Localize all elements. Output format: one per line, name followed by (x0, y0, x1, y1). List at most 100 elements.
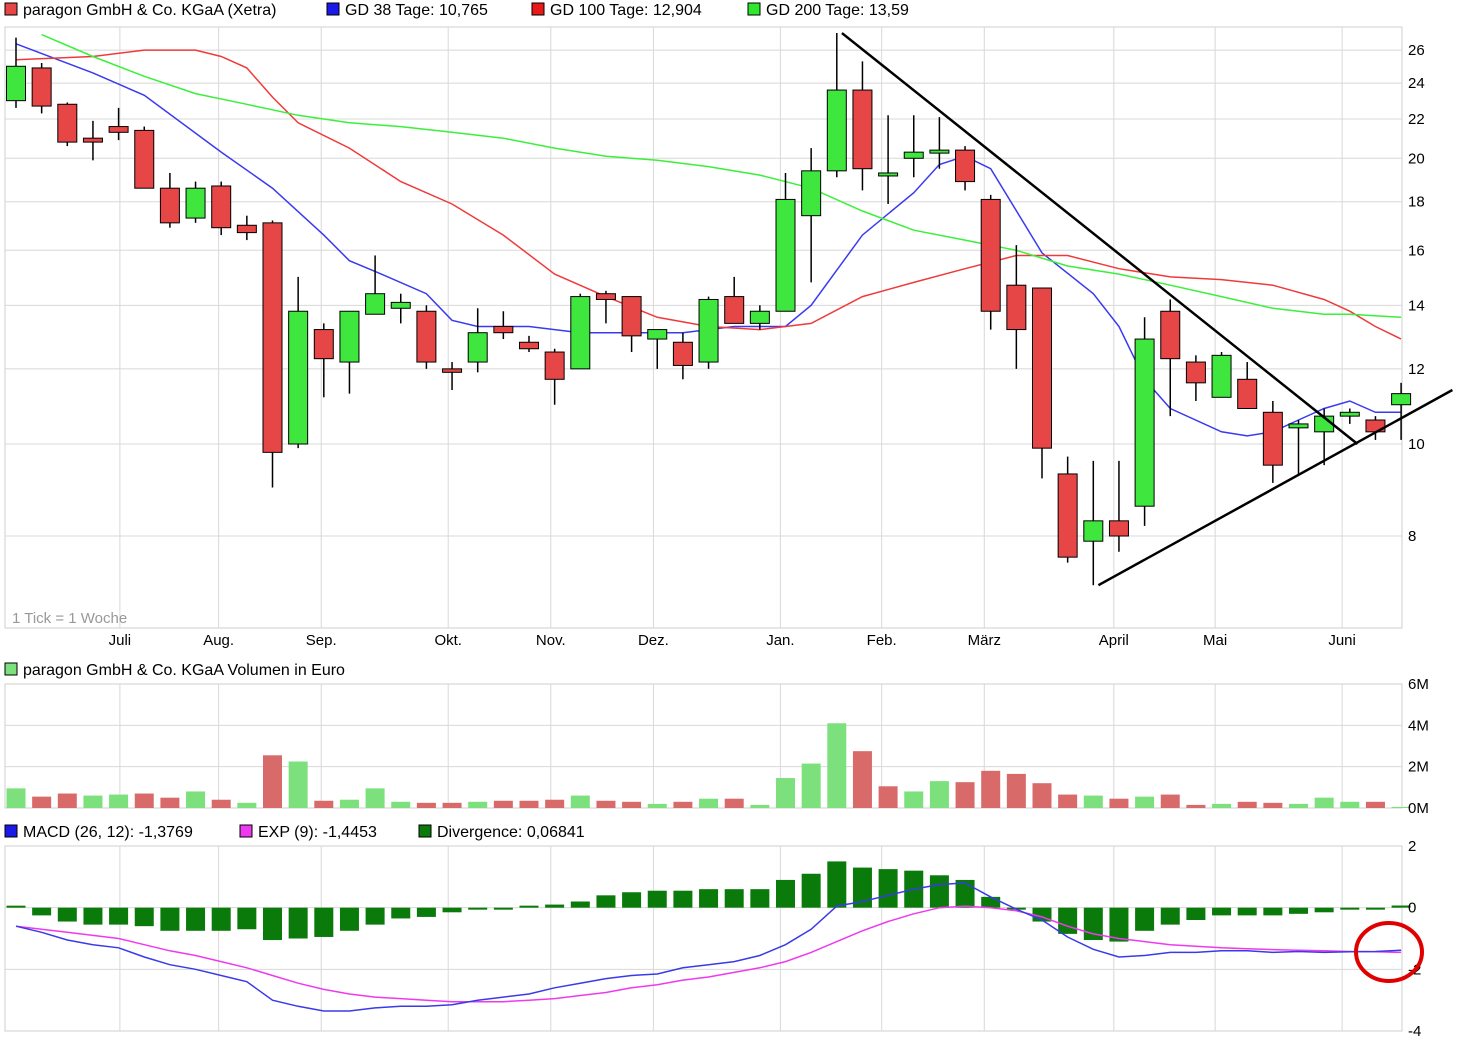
candle (724, 276, 745, 324)
volume-tick-label: 0M (1408, 800, 1429, 817)
tick-note: 1 Tick = 1 Woche (12, 610, 127, 627)
volume-panel-frame (4, 683, 1403, 809)
price-tick-label: 14 (1408, 297, 1425, 314)
volume-bar (32, 796, 52, 808)
month-label: Juni (1328, 632, 1356, 649)
candle (698, 296, 719, 369)
volume-bar (955, 782, 975, 808)
candle (390, 293, 411, 324)
volume-bar (365, 788, 385, 808)
candle-body (1032, 287, 1052, 449)
candle-body (82, 137, 103, 143)
volume-bar (878, 786, 898, 808)
volume-bar (186, 791, 206, 808)
volume-bar (1032, 783, 1052, 808)
divergence-bar (1314, 907, 1334, 913)
candle (980, 194, 1001, 330)
month-label: Jan. (766, 632, 794, 649)
divergence-bar (493, 907, 513, 910)
divergence-bar (1058, 907, 1078, 934)
volume-bar (237, 802, 257, 808)
legend-volume: paragon GmbH & Co. KGaA Volumen in Euro (23, 662, 345, 679)
candle (1160, 299, 1181, 417)
volume-bar (493, 800, 513, 808)
candle-body (313, 329, 334, 360)
volume-bar (1289, 803, 1308, 808)
divergence-bar (1365, 907, 1385, 910)
candle-body (134, 129, 155, 189)
divergence-bar (314, 907, 334, 937)
candle-body (262, 222, 283, 453)
price-tick-label: 12 (1408, 361, 1425, 378)
volume-bar (211, 799, 231, 808)
volume-tick-label: 4M (1408, 717, 1429, 734)
divergence-bar (6, 905, 26, 908)
price-tick-label: 24 (1408, 75, 1425, 92)
volume-bar (134, 793, 154, 808)
candle-body (1185, 361, 1206, 384)
volume-axis: 6M 4M 2M 0M (1408, 676, 1429, 817)
legend-swatch-price (4, 2, 18, 16)
divergence-bar (673, 890, 693, 908)
divergence-bar (724, 889, 744, 908)
candle (236, 215, 257, 241)
candle-body (1339, 411, 1360, 417)
volume-bar (160, 797, 180, 808)
candle (159, 172, 180, 228)
candle (82, 120, 103, 161)
macd-tick-label: 0 (1408, 900, 1416, 917)
candle (903, 115, 924, 178)
legend-macd: MACD (26, 12): -1,3769 (23, 824, 193, 841)
candle-body (980, 198, 1001, 312)
candle (672, 332, 693, 380)
volume-bar (442, 802, 462, 808)
volume-bar (1083, 795, 1103, 808)
volume-bar (519, 800, 539, 808)
candle (647, 329, 668, 369)
divergence-bar (1237, 907, 1257, 916)
price-tick-label: 20 (1408, 150, 1425, 167)
volume-tick-label: 6M (1408, 676, 1429, 693)
candle (544, 348, 565, 405)
candle-body (826, 89, 847, 172)
candle-body (442, 368, 463, 373)
month-label: Feb. (867, 632, 897, 649)
month-label: Okt. (434, 632, 462, 649)
candle-body (519, 341, 539, 350)
divergence-bars (6, 861, 1411, 942)
price-tick-label: 10 (1408, 436, 1425, 453)
volume-bar (57, 793, 77, 808)
legend-swatch-gd38 (326, 2, 340, 16)
candle (1083, 460, 1104, 586)
month-label: April (1099, 632, 1129, 649)
macd-tick-label: 2 (1408, 838, 1416, 855)
month-label: Juli (109, 632, 132, 649)
month-label: März (968, 632, 1001, 649)
month-label: Aug. (203, 632, 234, 649)
volume-bar (1135, 796, 1155, 808)
candle-body (6, 65, 26, 102)
candle-body (390, 301, 411, 309)
candle (1134, 317, 1155, 526)
candle (929, 117, 950, 169)
divergence-bar (622, 892, 642, 908)
price-tick-label: 8 (1408, 528, 1416, 545)
candlesticks (6, 33, 1412, 586)
candle-body (31, 67, 52, 107)
volume-bar (1314, 797, 1334, 808)
candle-body (672, 341, 693, 366)
price-legend: paragon GmbH & Co. KGaA (Xetra) GD 38 Ta… (4, 2, 909, 19)
divergence-bar (468, 907, 488, 910)
volume-bar (1058, 794, 1078, 808)
volume-bar (1006, 773, 1026, 808)
candle (595, 290, 616, 324)
candle-body (493, 325, 514, 334)
candle-body (621, 296, 642, 337)
volume-bar (468, 801, 488, 808)
candle-body (903, 151, 924, 159)
candle (1288, 420, 1309, 474)
candle (621, 296, 642, 353)
candle (1211, 352, 1232, 398)
divergence-bar (878, 869, 898, 908)
macd-panel-frame (4, 845, 1403, 1032)
